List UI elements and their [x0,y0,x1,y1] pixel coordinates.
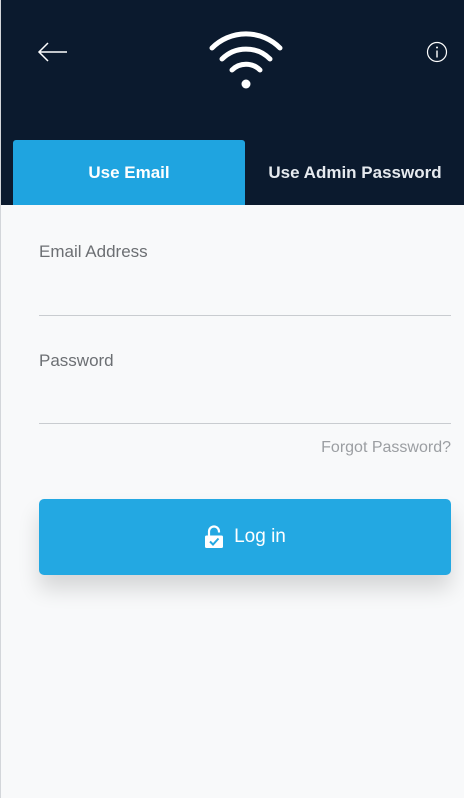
email-label: Email Address [39,242,148,261]
password-label: Password [39,351,114,370]
login-button[interactable]: Log in [39,499,451,575]
tab-use-email[interactable]: Use Email [13,140,245,205]
arrow-left-icon [37,42,67,62]
unlock-icon [204,525,224,549]
info-button[interactable] [421,36,453,68]
tab-use-admin-password[interactable]: Use Admin Password [245,140,464,205]
back-button[interactable] [31,30,75,74]
password-field[interactable] [39,389,451,424]
login-screen: Use Email Use Admin Password Email Addre… [0,0,464,798]
info-icon [426,41,448,63]
app-header: Use Email Use Admin Password [1,0,464,205]
email-field[interactable] [39,281,451,316]
login-method-tabs: Use Email Use Admin Password [1,140,464,205]
wifi-icon [209,31,283,89]
forgot-password-link[interactable]: Forgot Password? [321,439,451,457]
login-button-label: Log in [234,526,286,547]
